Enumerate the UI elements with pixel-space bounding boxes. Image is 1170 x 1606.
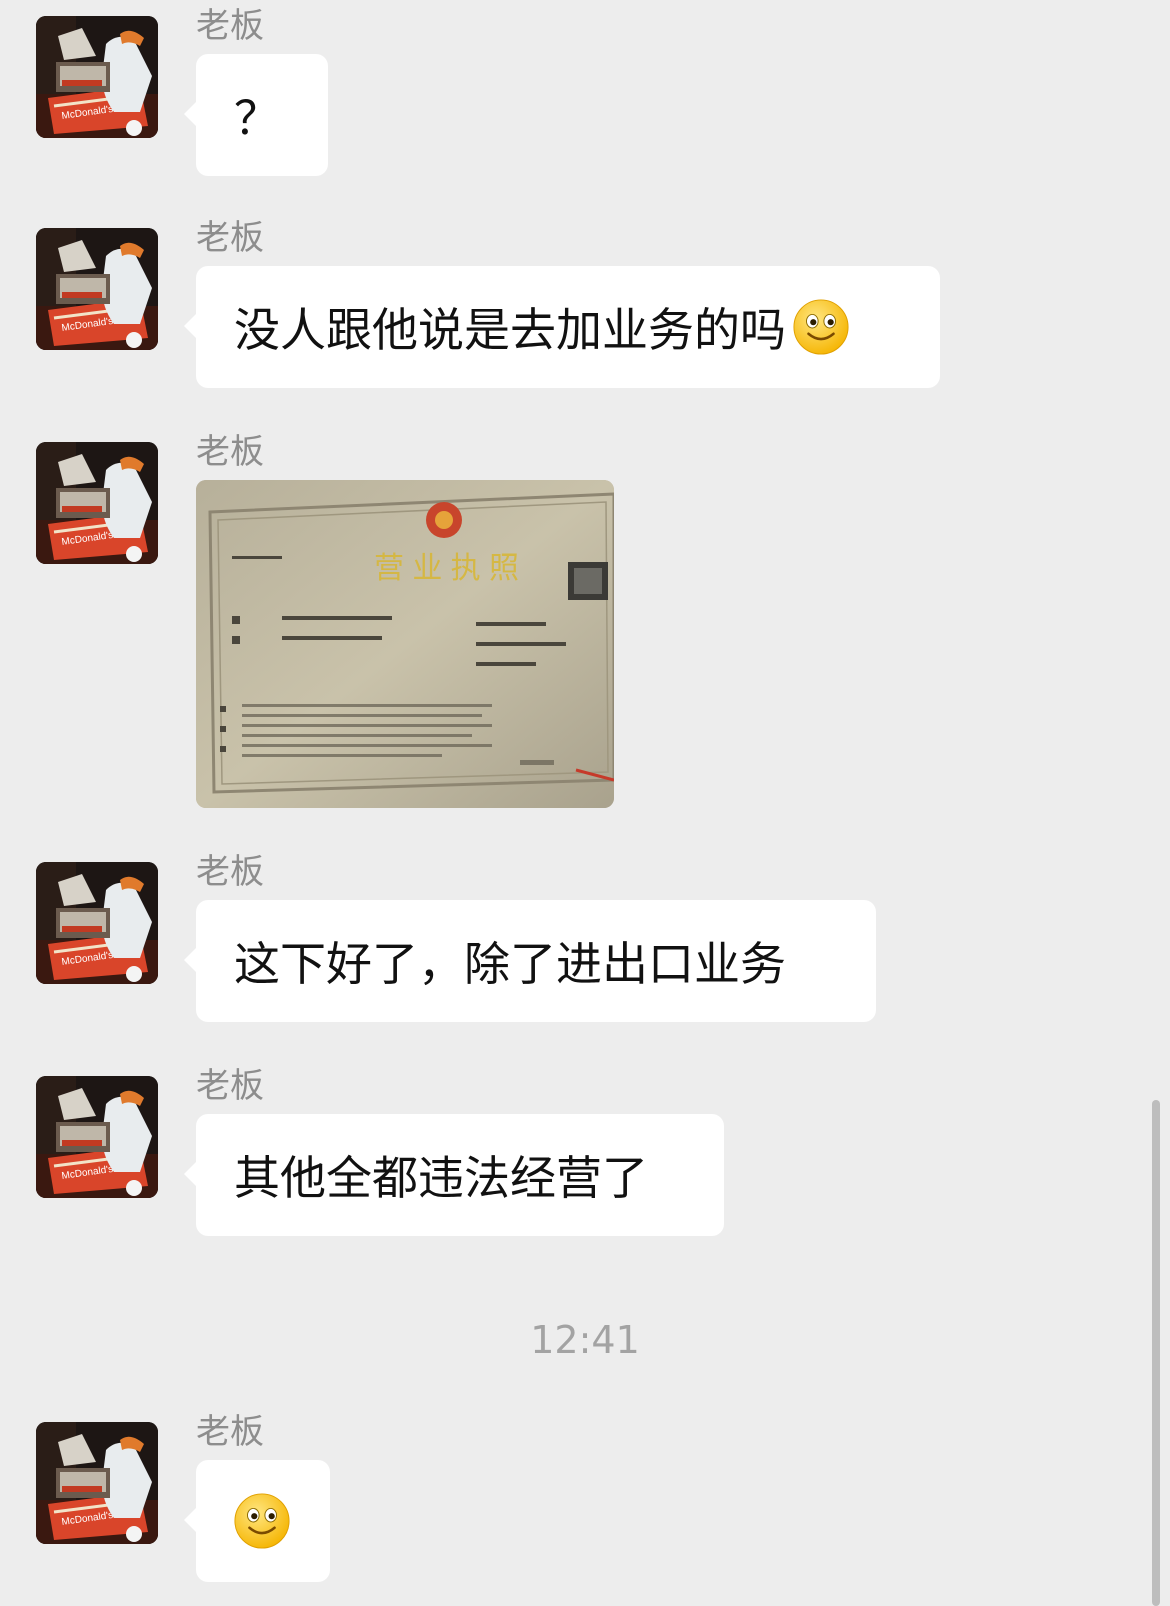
avatar-image <box>36 862 158 984</box>
sender-name: 老板 <box>196 852 264 892</box>
sender-avatar[interactable] <box>36 442 158 564</box>
message-bubble[interactable]: 这下好了，除了进出口业务 <box>184 900 876 1022</box>
smile-emoji-icon <box>233 1492 291 1550</box>
business-license-image: 营 业 执 照 <box>196 480 614 808</box>
avatar-image <box>36 1076 158 1198</box>
sender-avatar[interactable] <box>36 1422 158 1544</box>
sender-name: 老板 <box>196 1066 264 1106</box>
message-bubble[interactable] <box>184 1460 330 1582</box>
avatar-image <box>36 442 158 564</box>
business-license-photo[interactable]: 营 业 执 照 <box>196 480 614 808</box>
message-bubble[interactable]: ？ <box>184 54 328 176</box>
message-text: 其他全都违法经营了 <box>234 1151 648 1205</box>
sender-avatar[interactable] <box>36 862 158 984</box>
message-bubble[interactable]: 没人跟他说是去加业务的吗 <box>184 266 940 388</box>
avatar-image <box>36 1422 158 1544</box>
message-text: ？ <box>234 91 280 145</box>
sender-avatar[interactable] <box>36 1076 158 1198</box>
avatar-image <box>36 16 158 138</box>
avatar-image <box>36 228 158 350</box>
svg-text:营 业 执 照: 营 业 执 照 <box>374 552 519 585</box>
sender-name: 老板 <box>196 6 264 46</box>
sender-name: 老板 <box>196 218 264 258</box>
sender-name: 老板 <box>196 1412 264 1452</box>
sender-avatar[interactable] <box>36 228 158 350</box>
smile-emoji-icon <box>792 298 850 356</box>
message-text: 这下好了，除了进出口业务 <box>234 937 786 991</box>
chat-timestamp: 12:41 <box>530 1318 640 1362</box>
message-bubble[interactable]: 其他全都违法经营了 <box>184 1114 724 1236</box>
sender-name: 老板 <box>196 432 264 472</box>
message-text: 没人跟他说是去加业务的吗 <box>234 303 786 357</box>
scrollbar[interactable] <box>1152 1100 1160 1606</box>
sender-avatar[interactable] <box>36 16 158 138</box>
